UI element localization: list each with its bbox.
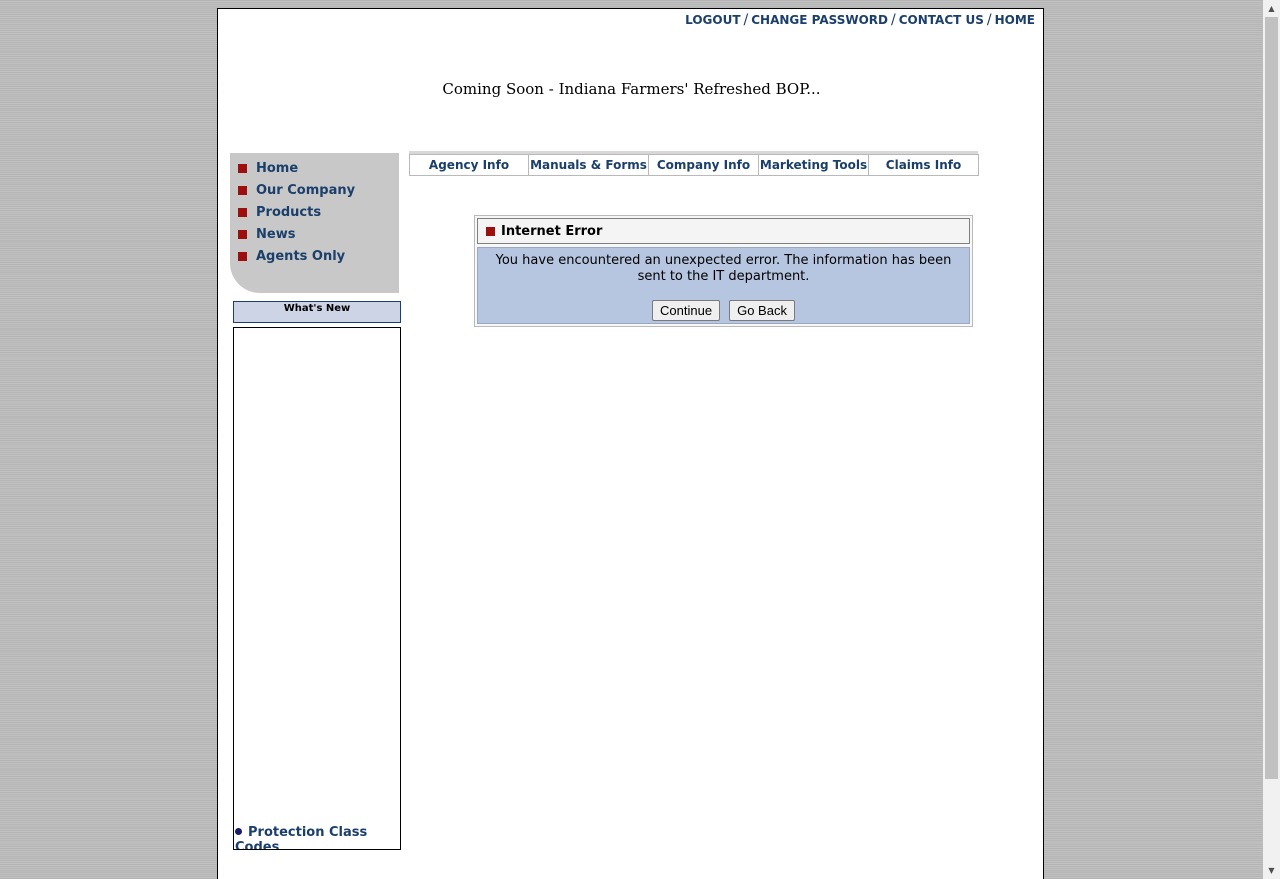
- change-password-link[interactable]: CHANGE PASSWORD: [751, 13, 888, 27]
- scroll-down-arrow-icon[interactable]: ▼: [1263, 862, 1280, 879]
- whats-new-item-label: Protection Class Codes: [235, 825, 368, 850]
- sidebar-item-home[interactable]: Home: [230, 157, 399, 179]
- square-bullet-icon: [238, 185, 247, 195]
- tab-manuals-forms[interactable]: Manuals & Forms: [528, 154, 649, 176]
- whats-new-item-protection-class-codes[interactable]: Protection Class Codes: [235, 825, 395, 850]
- announcement-banner[interactable]: Coming Soon - Indiana Farmers' Refreshed…: [218, 80, 1045, 98]
- tab-company-info[interactable]: Company Info: [648, 154, 759, 176]
- error-dialog-header: Internet Error: [477, 218, 970, 244]
- sidebar-item-label: Agents Only: [256, 248, 346, 264]
- square-bullet-icon: [486, 226, 495, 236]
- round-bullet-icon: [235, 828, 242, 835]
- tab-agency-info[interactable]: Agency Info: [409, 154, 529, 176]
- sidebar-item-label: Home: [256, 160, 299, 176]
- go-back-button[interactable]: Go Back: [729, 300, 795, 321]
- sidebar-item-label: Products: [256, 204, 322, 220]
- contact-us-link[interactable]: CONTACT US: [899, 13, 984, 27]
- error-button-row: Continue Go Back: [478, 300, 969, 321]
- square-bullet-icon: [238, 229, 247, 239]
- sidebar-item-label: News: [256, 226, 296, 242]
- error-title: Internet Error: [501, 223, 603, 239]
- sidebar-nav: Home Our Company Products News Agents On…: [230, 153, 399, 293]
- error-message: You have encountered an unexpected error…: [495, 253, 952, 284]
- sidebar-item-label: Our Company: [256, 182, 356, 198]
- square-bullet-icon: [238, 251, 247, 261]
- whats-new-panel[interactable]: Protection Class Codes: [233, 327, 401, 850]
- tab-claims-info[interactable]: Claims Info: [868, 154, 979, 176]
- top-link-separator: /: [891, 12, 896, 28]
- whats-new-header: What's New: [233, 301, 401, 323]
- tab-marketing-tools[interactable]: Marketing Tools: [758, 154, 869, 176]
- error-dialog: Internet Error You have encountered an u…: [474, 215, 973, 327]
- sidebar-item-agents-only[interactable]: Agents Only: [230, 245, 399, 267]
- sidebar-item-products[interactable]: Products: [230, 201, 399, 223]
- sidebar-item-our-company[interactable]: Our Company: [230, 179, 399, 201]
- page-container: LOGOUT / CHANGE PASSWORD / CONTACT US / HOME C…: [217, 8, 1044, 879]
- top-tabs: Agency Info Manuals & Forms Company Info…: [409, 151, 979, 176]
- square-bullet-icon: [238, 163, 247, 173]
- scrollbar-thumb[interactable]: [1265, 17, 1278, 779]
- home-link[interactable]: HOME: [995, 13, 1035, 27]
- top-link-separator: /: [986, 12, 992, 28]
- top-link-separator: /: [743, 12, 749, 28]
- continue-button[interactable]: Continue: [652, 300, 721, 321]
- square-bullet-icon: [238, 207, 247, 217]
- vertical-scrollbar[interactable]: ▲ ▼: [1263, 0, 1280, 879]
- logout-link[interactable]: LOGOUT: [685, 13, 740, 27]
- scroll-up-arrow-icon[interactable]: ▲: [1263, 0, 1280, 17]
- sidebar-item-news[interactable]: News: [230, 223, 399, 245]
- top-links: LOGOUT / CHANGE PASSWORD / CONTACT US / HOME: [685, 12, 1035, 28]
- error-dialog-body: You have encountered an unexpected error…: [477, 247, 970, 324]
